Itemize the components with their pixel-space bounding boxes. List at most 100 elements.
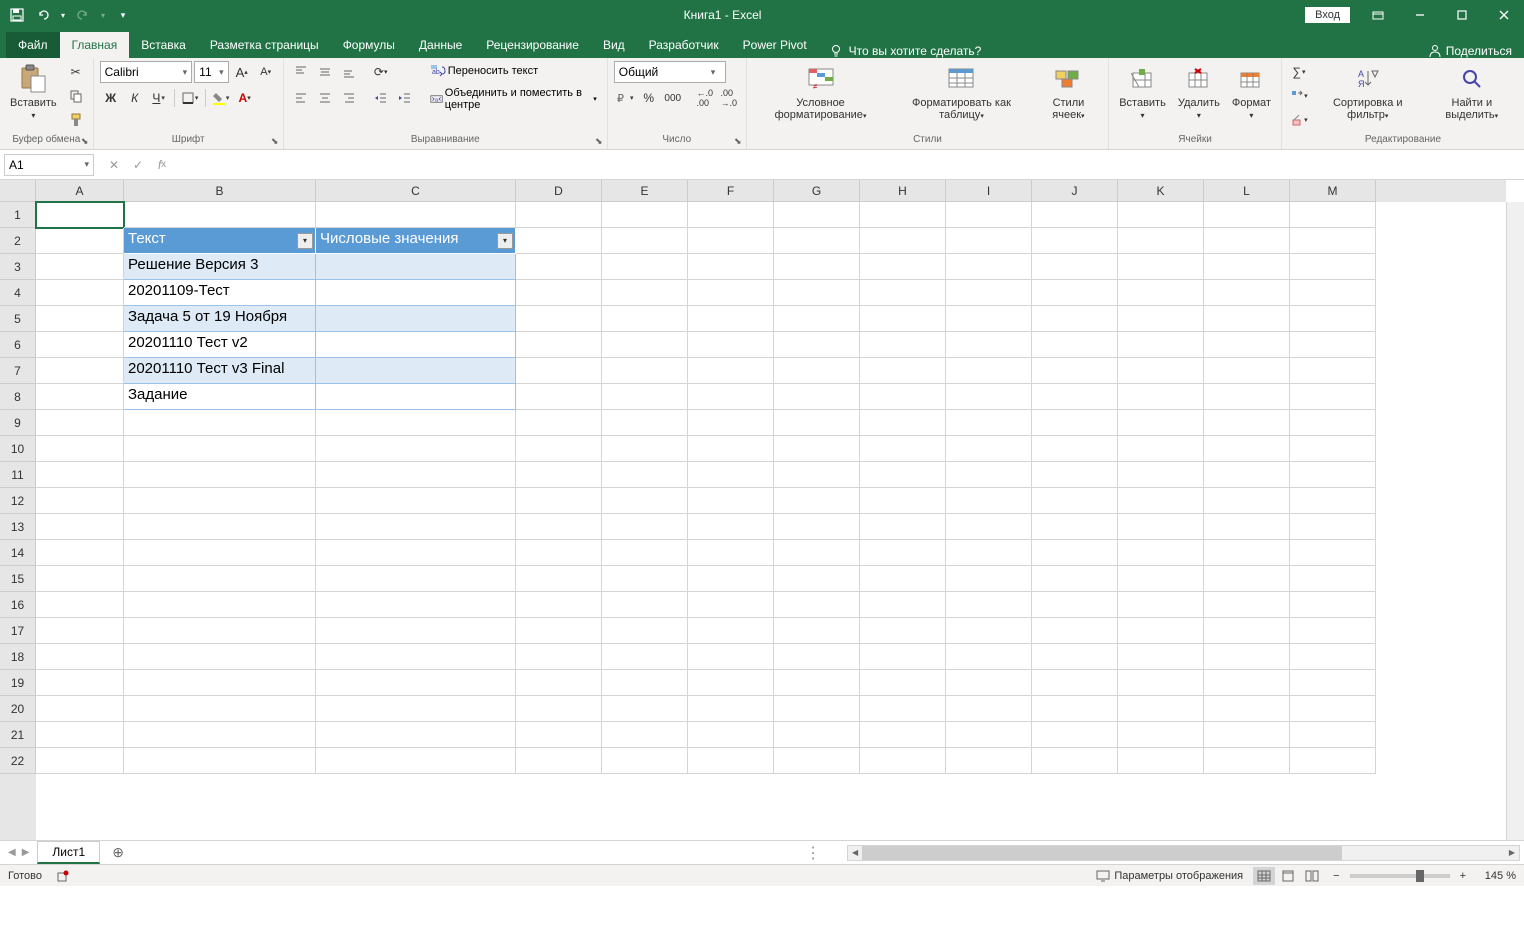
format-as-table-button[interactable]: Форматировать как таблицу▾	[892, 61, 1030, 123]
cell[interactable]	[316, 618, 516, 644]
row-header[interactable]: 17	[0, 618, 36, 644]
cell[interactable]	[860, 384, 946, 410]
tab-вставка[interactable]: Вставка	[129, 32, 198, 58]
cell[interactable]	[1290, 618, 1376, 644]
tab-file[interactable]: Файл	[6, 32, 60, 58]
cell[interactable]	[602, 332, 688, 358]
row-header[interactable]: 1	[0, 202, 36, 228]
cell[interactable]	[688, 722, 774, 748]
cell[interactable]	[688, 592, 774, 618]
row-header[interactable]: 3	[0, 254, 36, 280]
cell[interactable]	[1290, 462, 1376, 488]
cell[interactable]	[774, 540, 860, 566]
cell[interactable]	[1290, 332, 1376, 358]
cell[interactable]	[860, 462, 946, 488]
cell[interactable]	[946, 540, 1032, 566]
cell[interactable]: Числовые значения▾	[316, 228, 516, 254]
cell[interactable]	[1290, 280, 1376, 306]
comma-style-icon[interactable]: 000	[662, 87, 684, 109]
cell[interactable]	[124, 488, 316, 514]
cell[interactable]	[316, 722, 516, 748]
column-header[interactable]: B	[124, 180, 316, 202]
cell[interactable]	[516, 462, 602, 488]
row-header[interactable]: 10	[0, 436, 36, 462]
cell[interactable]	[1032, 358, 1118, 384]
cell[interactable]	[688, 566, 774, 592]
cell[interactable]	[316, 384, 516, 410]
cell-styles-button[interactable]: Стили ячеек▾	[1035, 61, 1103, 123]
cell[interactable]	[36, 748, 124, 774]
cell[interactable]	[1204, 644, 1290, 670]
cell[interactable]	[860, 618, 946, 644]
page-break-view-icon[interactable]	[1301, 867, 1323, 885]
cell[interactable]	[1290, 384, 1376, 410]
add-sheet-icon[interactable]: ⊕	[108, 843, 128, 863]
cell[interactable]	[946, 722, 1032, 748]
cell[interactable]	[36, 644, 124, 670]
align-center-icon[interactable]	[314, 87, 336, 109]
align-middle-icon[interactable]	[314, 61, 336, 83]
cell[interactable]	[124, 514, 316, 540]
tab-power-pivot[interactable]: Power Pivot	[731, 32, 819, 58]
format-painter-icon[interactable]	[65, 109, 87, 131]
cell[interactable]	[124, 566, 316, 592]
cell[interactable]	[602, 254, 688, 280]
cell[interactable]	[860, 332, 946, 358]
cell[interactable]	[1290, 722, 1376, 748]
cell[interactable]: Задание	[124, 384, 316, 410]
cell[interactable]	[1118, 280, 1204, 306]
font-launcher-icon[interactable]: ⬊	[269, 135, 281, 147]
cell[interactable]	[1118, 670, 1204, 696]
row-header[interactable]: 11	[0, 462, 36, 488]
cell[interactable]	[1204, 254, 1290, 280]
cell[interactable]	[860, 436, 946, 462]
borders-icon[interactable]: ▾	[179, 87, 201, 109]
number-format-combo[interactable]: ▾	[614, 61, 726, 83]
cell[interactable]	[1290, 748, 1376, 774]
cell[interactable]	[1204, 384, 1290, 410]
ribbon-display-icon[interactable]	[1358, 0, 1398, 30]
cell[interactable]	[602, 384, 688, 410]
cell[interactable]	[36, 436, 124, 462]
fx-icon[interactable]: fx	[150, 154, 174, 176]
cell[interactable]	[688, 514, 774, 540]
tab-формулы[interactable]: Формулы	[331, 32, 407, 58]
close-icon[interactable]	[1484, 0, 1524, 30]
qat-customize-icon[interactable]: ▾	[112, 4, 134, 26]
cell[interactable]	[946, 696, 1032, 722]
cell[interactable]	[1204, 748, 1290, 774]
accounting-format-icon[interactable]: ₽▾	[614, 87, 636, 109]
cell[interactable]	[516, 748, 602, 774]
cell[interactable]	[946, 566, 1032, 592]
copy-icon[interactable]	[65, 85, 87, 107]
cell[interactable]	[1032, 748, 1118, 774]
cell[interactable]	[124, 618, 316, 644]
cell[interactable]	[516, 280, 602, 306]
cell[interactable]	[602, 436, 688, 462]
filter-dropdown-icon[interactable]: ▾	[297, 233, 313, 249]
maximize-icon[interactable]	[1442, 0, 1482, 30]
cell[interactable]	[602, 202, 688, 228]
cell[interactable]	[774, 566, 860, 592]
cell[interactable]	[1118, 384, 1204, 410]
cell[interactable]	[860, 254, 946, 280]
cell[interactable]	[316, 462, 516, 488]
cell[interactable]	[602, 280, 688, 306]
cell[interactable]: Текст▾	[124, 228, 316, 254]
sheet-nav-prev-icon[interactable]: ◀	[8, 847, 16, 858]
cell[interactable]	[946, 202, 1032, 228]
scroll-right-icon[interactable]: ▶	[1505, 846, 1519, 860]
cell[interactable]	[316, 748, 516, 774]
cell[interactable]	[860, 202, 946, 228]
cell[interactable]	[1032, 644, 1118, 670]
cell[interactable]	[946, 280, 1032, 306]
cell[interactable]	[1204, 202, 1290, 228]
cell[interactable]	[1118, 254, 1204, 280]
tell-me-search[interactable]: Что вы хотите сделать?	[819, 44, 992, 58]
cell[interactable]	[1290, 670, 1376, 696]
cell[interactable]	[774, 488, 860, 514]
cell[interactable]	[316, 514, 516, 540]
cell[interactable]	[124, 670, 316, 696]
cell[interactable]	[1118, 644, 1204, 670]
cell[interactable]	[602, 462, 688, 488]
